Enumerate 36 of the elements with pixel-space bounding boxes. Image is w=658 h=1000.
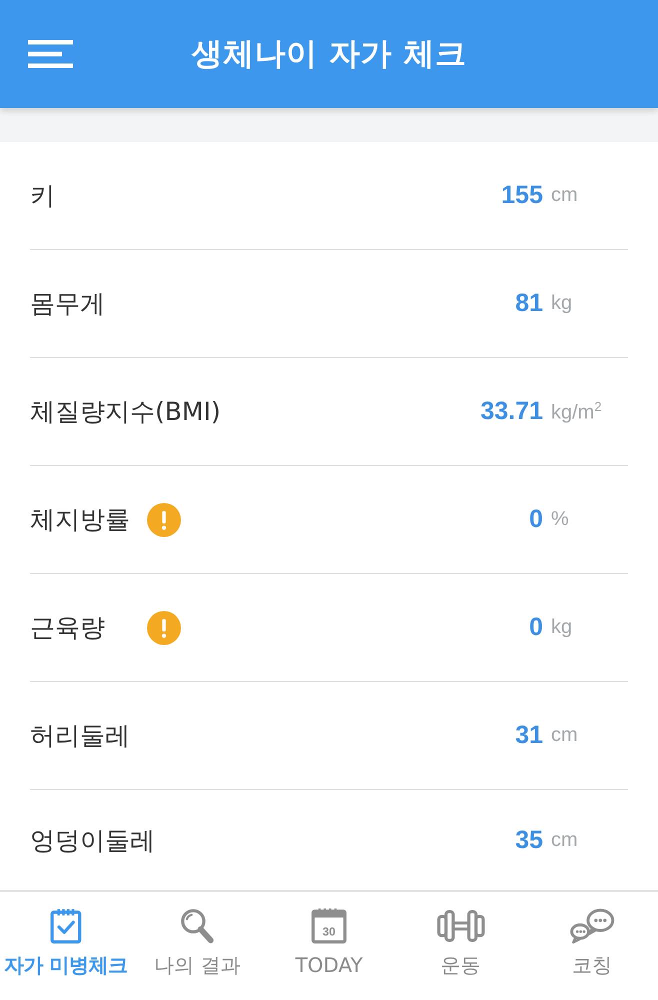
measurement-value: 31 [515,721,543,750]
dumbbell-icon [436,908,485,944]
clipboard-check-icon [50,908,82,944]
unit-label: cm [551,828,578,852]
measurement-value: 155 [501,181,543,210]
nav-tab[interactable]: 자가 미병체크 [0,892,132,1000]
unit-label: kg [551,616,572,639]
menu-button[interactable] [28,40,73,68]
nav-tab[interactable]: 나의 결과 [132,892,264,1000]
speech-bubbles-icon [570,908,615,944]
measurement-value: 35 [515,826,543,854]
measurement-value: 0 [529,505,543,534]
magnifier-icon [180,908,214,944]
measurement-label: 근육량 [30,612,106,644]
unit-label: % [551,508,569,531]
measurement-label: 허리둘레 [30,720,131,752]
calendar-icon: 30 [310,908,347,944]
nav-tab[interactable]: 30 TODAY [263,892,395,1000]
unit-label: cm [551,724,578,747]
measurement-value: 33.71 [480,397,543,426]
measurement-label: 키 [30,180,56,212]
measurement-label: 몸무게 [30,288,106,320]
measurement-label: 체질량지수(BMI) [30,396,221,428]
screen-title: 생체나이 자가 체크 [192,35,466,74]
unit-label: cm [551,184,578,207]
nav-tab[interactable]: 코칭 [526,892,658,1000]
nav-tab[interactable]: 운동 [394,892,526,1000]
measurement-value: 0 [529,613,543,642]
menu-icon [28,40,73,68]
warning-icon[interactable] [147,610,181,644]
unit-label: kg [551,292,572,315]
unit-label: kg/m$^{2}$ [551,398,602,424]
measurement-label: 엉덩이둘레 [30,824,155,856]
measurement-label: 체지방률 [30,504,131,536]
warning-icon[interactable] [147,502,181,536]
measurement-value: 81 [515,289,543,318]
